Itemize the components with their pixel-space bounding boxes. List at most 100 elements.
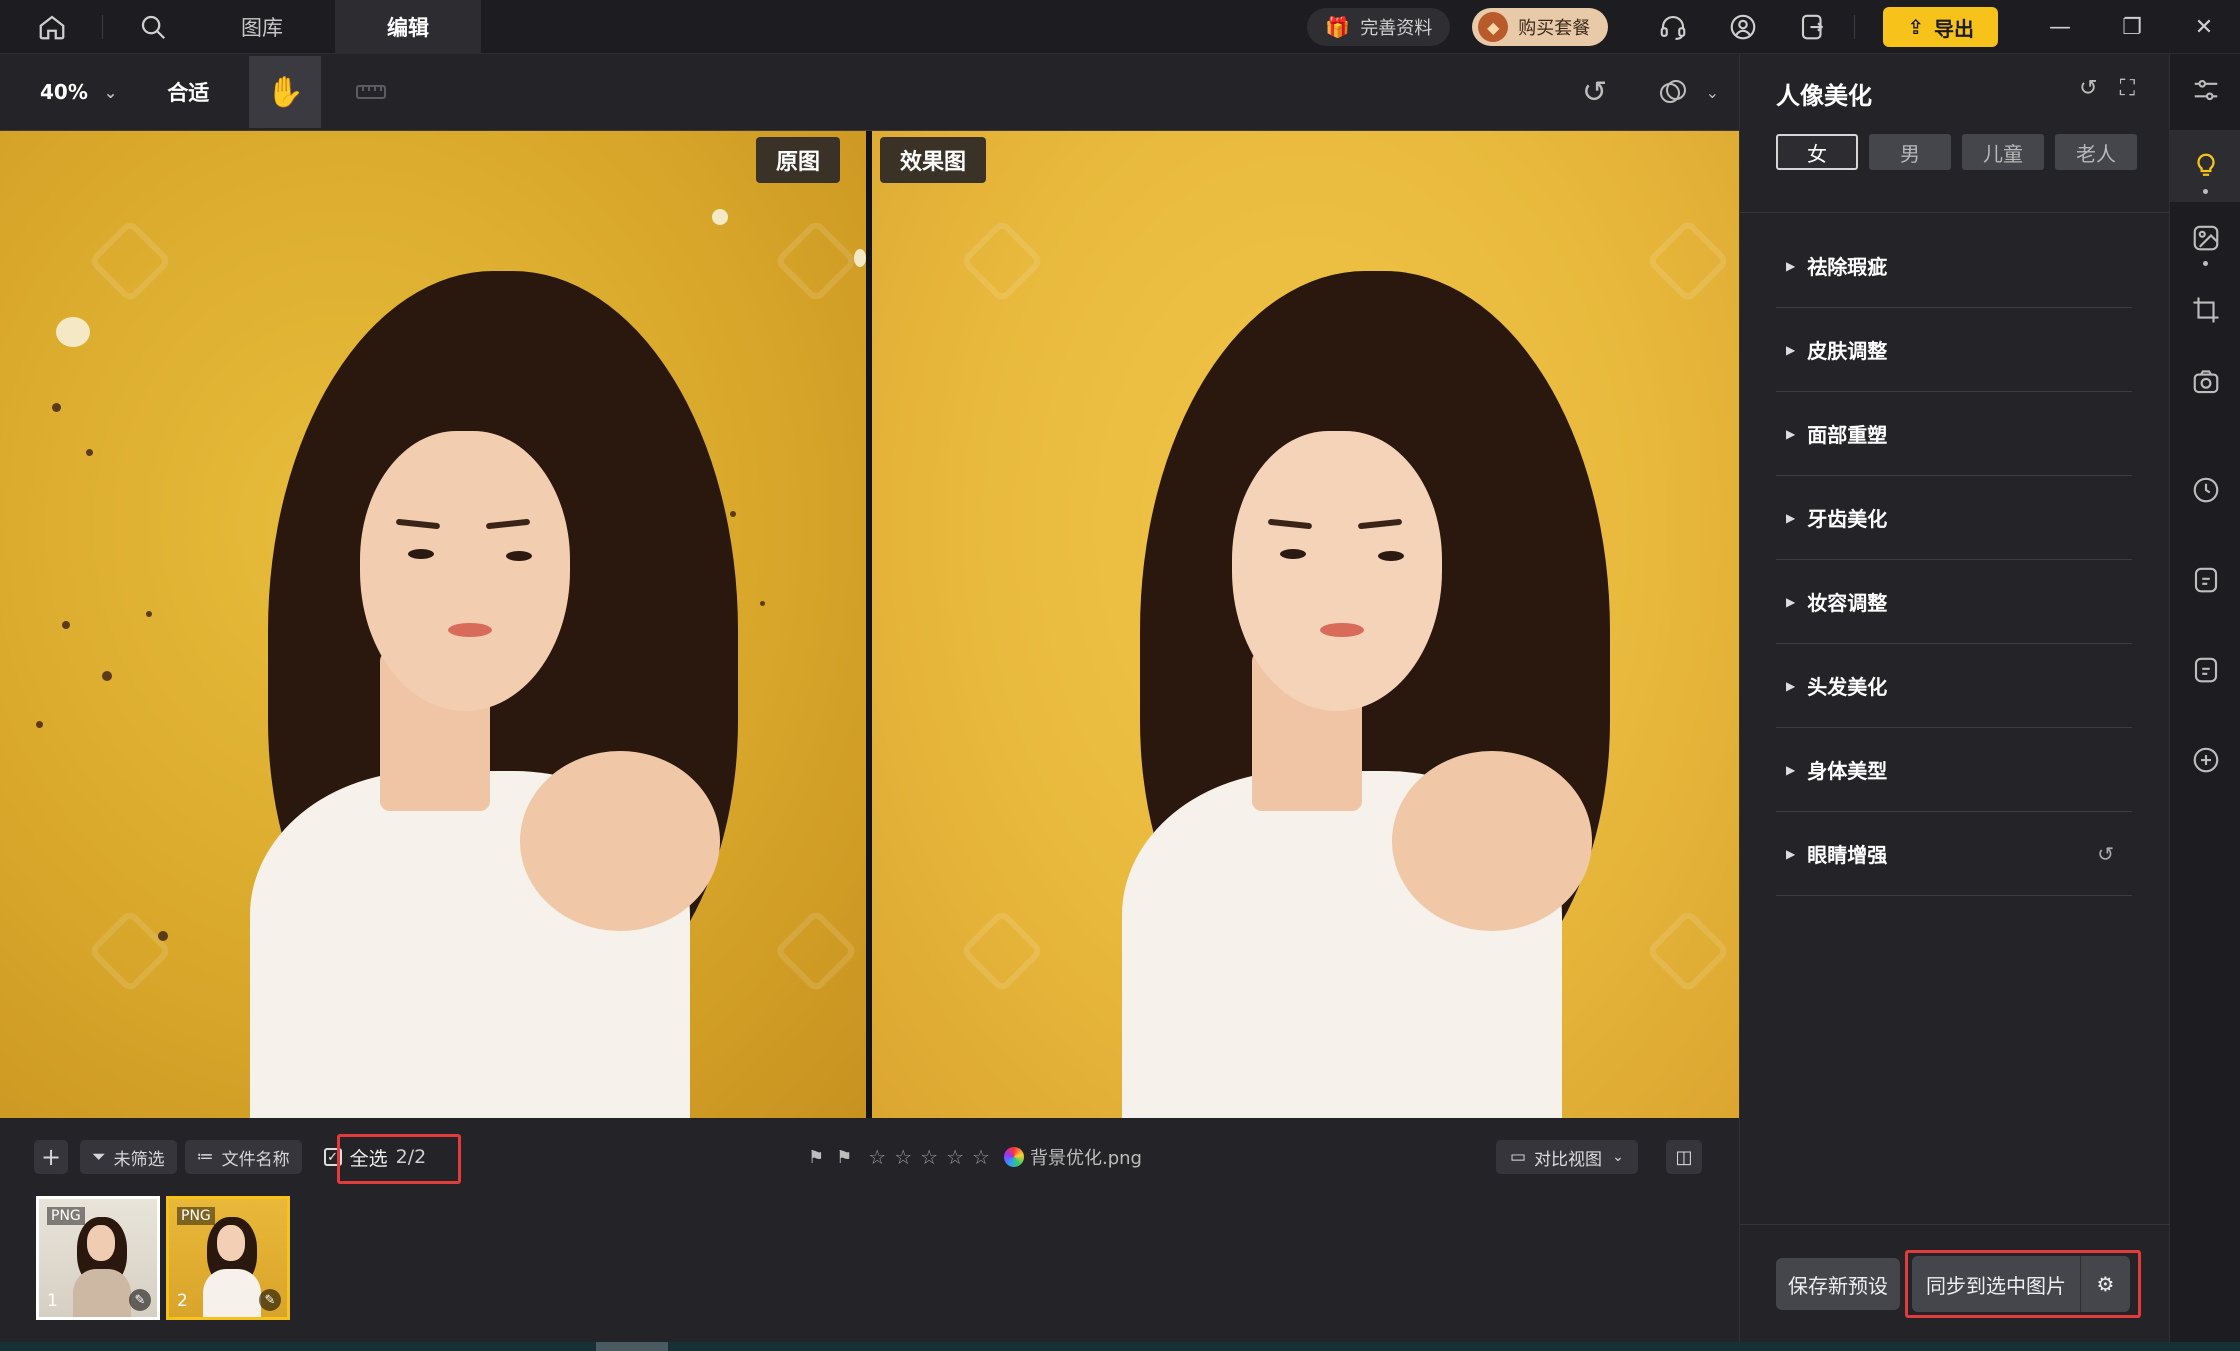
flag-reject-icon[interactable]: ⚑ — [836, 1147, 852, 1168]
select-all-label: 全选 — [349, 1147, 388, 1170]
user-icon[interactable] — [1716, 0, 1770, 54]
panel-header-actions: ↺ ⛶ — [2057, 76, 2135, 101]
zoom-dropdown[interactable]: 40% ⌄ — [40, 80, 117, 104]
status-strip — [0, 1342, 2240, 1351]
tab-edit[interactable]: 编辑 — [335, 0, 481, 54]
gear-icon[interactable]: ⚙ — [2080, 1256, 2130, 1312]
reset-icon[interactable]: ↺ — [2079, 76, 2097, 101]
gender-elder-button[interactable]: 老人 — [2055, 134, 2137, 170]
split-view-icon[interactable]: ◫ — [1666, 1140, 1702, 1174]
chevron-down-icon: ⌄ — [103, 82, 118, 102]
hand-tool-icon[interactable]: ✋ — [249, 56, 322, 128]
gift-icon: 🎁 — [1325, 15, 1351, 39]
effect-image: 效果图 — [872, 131, 1739, 1119]
sort-button[interactable]: ≔ 文件名称 — [184, 1140, 302, 1174]
ruler-icon[interactable] — [349, 70, 393, 114]
crop-icon[interactable] — [2170, 274, 2240, 346]
thumb-subject-face — [217, 1225, 245, 1261]
section-hair[interactable]: ▶ 头发美化 — [1776, 644, 2132, 728]
face-detect-icon[interactable]: ⛶ — [2120, 76, 2135, 101]
thumb-format: PNG — [177, 1207, 215, 1225]
compare-view-dropdown[interactable]: ▭ 对比视图 ⌄ — [1496, 1140, 1638, 1174]
scroll-thumb[interactable] — [596, 1342, 668, 1351]
section-eyes[interactable]: ▶ 眼睛增强 ↺ — [1776, 812, 2132, 896]
thumbnail-2[interactable]: PNG 2 ✎ — [166, 1196, 290, 1320]
tab-gallery[interactable]: 图库 — [189, 0, 335, 54]
export-button[interactable]: ⇪ 导出 — [1883, 7, 1998, 47]
minimize-icon[interactable]: — — [2024, 0, 2096, 54]
triangle-right-icon: ▶ — [1786, 846, 1796, 861]
section-blemish-removal[interactable]: ▶ 祛除瑕疵 — [1776, 224, 2132, 308]
wall-speck — [158, 931, 168, 941]
chevron-down-icon: ⌄ — [1612, 1149, 1624, 1165]
headset-icon[interactable] — [1646, 0, 1700, 54]
save-preset-button[interactable]: 保存新预设 — [1776, 1258, 1900, 1310]
wall-speck — [36, 721, 43, 728]
section-makeup[interactable]: ▶ 妆容调整 — [1776, 560, 2132, 644]
history-clock-icon[interactable] — [2170, 454, 2240, 526]
fit-button[interactable]: 合适 — [167, 77, 209, 107]
thumbnail-strip: PNG 1 ✎ PNG 2 ✎ — [0, 1196, 1739, 1342]
edit-pencil-icon[interactable]: ✎ — [259, 1289, 281, 1311]
image-edit-icon[interactable] — [2170, 202, 2240, 274]
triangle-right-icon: ▶ — [1786, 510, 1796, 525]
edit-pencil-icon[interactable]: ✎ — [129, 1289, 151, 1311]
sort-icon: ≔ — [196, 1147, 214, 1167]
section-label: 眼睛增强 — [1807, 843, 1888, 867]
star-rating-icon[interactable]: ☆ — [920, 1145, 938, 1169]
section-label: 头发美化 — [1807, 675, 1888, 699]
search-icon[interactable] — [125, 0, 181, 54]
star-rating-icon[interactable]: ☆ — [946, 1145, 964, 1169]
note-icon[interactable] — [2170, 544, 2240, 616]
portrait-beauty-panel: 人像美化 ↺ ⛶ 女 男 儿童 老人 ▶ 祛除瑕疵 ▶ 皮肤调整 ▶ 面部重塑 … — [1739, 54, 2170, 1342]
logout-icon[interactable] — [1786, 0, 1840, 54]
chevron-down-icon[interactable]: ⌄ — [1706, 83, 1719, 102]
thumbnail-1[interactable]: PNG 1 ✎ — [36, 1196, 160, 1320]
select-count: 2/2 — [395, 1146, 427, 1168]
section-teeth[interactable]: ▶ 牙齿美化 — [1776, 476, 2132, 560]
gender-child-button[interactable]: 儿童 — [1962, 134, 2044, 170]
flag-pick-icon[interactable]: ⚑ — [808, 1147, 824, 1168]
divider — [1740, 1224, 2170, 1225]
image-canvas[interactable]: 原图 效果图 — [0, 130, 1739, 1119]
diamond-icon: ◆ — [1478, 12, 1509, 42]
star-rating-icon[interactable]: ☆ — [894, 1145, 912, 1169]
add-image-button[interactable]: + — [34, 1140, 68, 1174]
upload-icon: ⇪ — [1907, 15, 1924, 39]
adjust-sliders-icon[interactable] — [2170, 54, 2240, 126]
zoom-value: 40% — [40, 80, 88, 104]
restore-icon[interactable]: ❐ — [2096, 0, 2168, 54]
camera-icon[interactable] — [2170, 346, 2240, 418]
compare-view-icon: ▭ — [1510, 1147, 1527, 1167]
complete-info-button[interactable]: 🎁 完善资料 — [1307, 8, 1451, 46]
triangle-right-icon: ▶ — [1786, 426, 1796, 441]
section-face-reshape[interactable]: ▶ 面部重塑 — [1776, 392, 2132, 476]
sync-to-selected-button[interactable]: 同步到选中图片 ⚙ — [1912, 1256, 2130, 1312]
section-skin-adjust[interactable]: ▶ 皮肤调整 — [1776, 308, 2132, 392]
tool-rail — [2169, 54, 2240, 1342]
select-all-checkbox[interactable]: ✓ 全选 2/2 — [318, 1140, 433, 1174]
close-icon[interactable]: ✕ — [2168, 0, 2240, 54]
section-label: 身体美型 — [1807, 759, 1888, 783]
thumb-format: PNG — [47, 1207, 85, 1225]
thumb-index: 2 — [177, 1291, 188, 1311]
section-body[interactable]: ▶ 身体美型 — [1776, 728, 2132, 812]
star-rating-icon[interactable]: ☆ — [972, 1145, 990, 1169]
sync-label: 同步到选中图片 — [1926, 1273, 2066, 1298]
home-icon[interactable] — [24, 0, 80, 54]
add-circle-icon[interactable] — [2170, 724, 2240, 796]
reset-icon[interactable]: ↺ — [2097, 842, 2114, 866]
gender-male-button[interactable]: 男 — [1869, 134, 1951, 170]
gender-female-button[interactable]: 女 — [1776, 134, 1858, 170]
color-label-icon[interactable] — [1003, 1147, 1024, 1167]
undo-icon[interactable]: ↺ — [1570, 67, 1620, 117]
overlay-compare-icon[interactable] — [1648, 67, 1698, 117]
filter-button[interactable]: ⏷ 未筛选 — [80, 1140, 177, 1174]
star-rating-icon[interactable]: ☆ — [868, 1145, 886, 1169]
gender-selector: 女 男 儿童 老人 — [1776, 134, 2148, 170]
panel-title: 人像美化 — [1776, 82, 1872, 110]
note-icon[interactable] — [2170, 634, 2240, 706]
buy-package-button[interactable]: ◆ 购买套餐 — [1472, 8, 1609, 46]
portrait-bulb-icon[interactable] — [2170, 130, 2240, 202]
filmstrip-bar: + ⏷ 未筛选 ≔ 文件名称 ✓ 全选 2/2 ⚑ ⚑ ☆ ☆ ☆ ☆ ☆ 背景… — [0, 1118, 1739, 1196]
